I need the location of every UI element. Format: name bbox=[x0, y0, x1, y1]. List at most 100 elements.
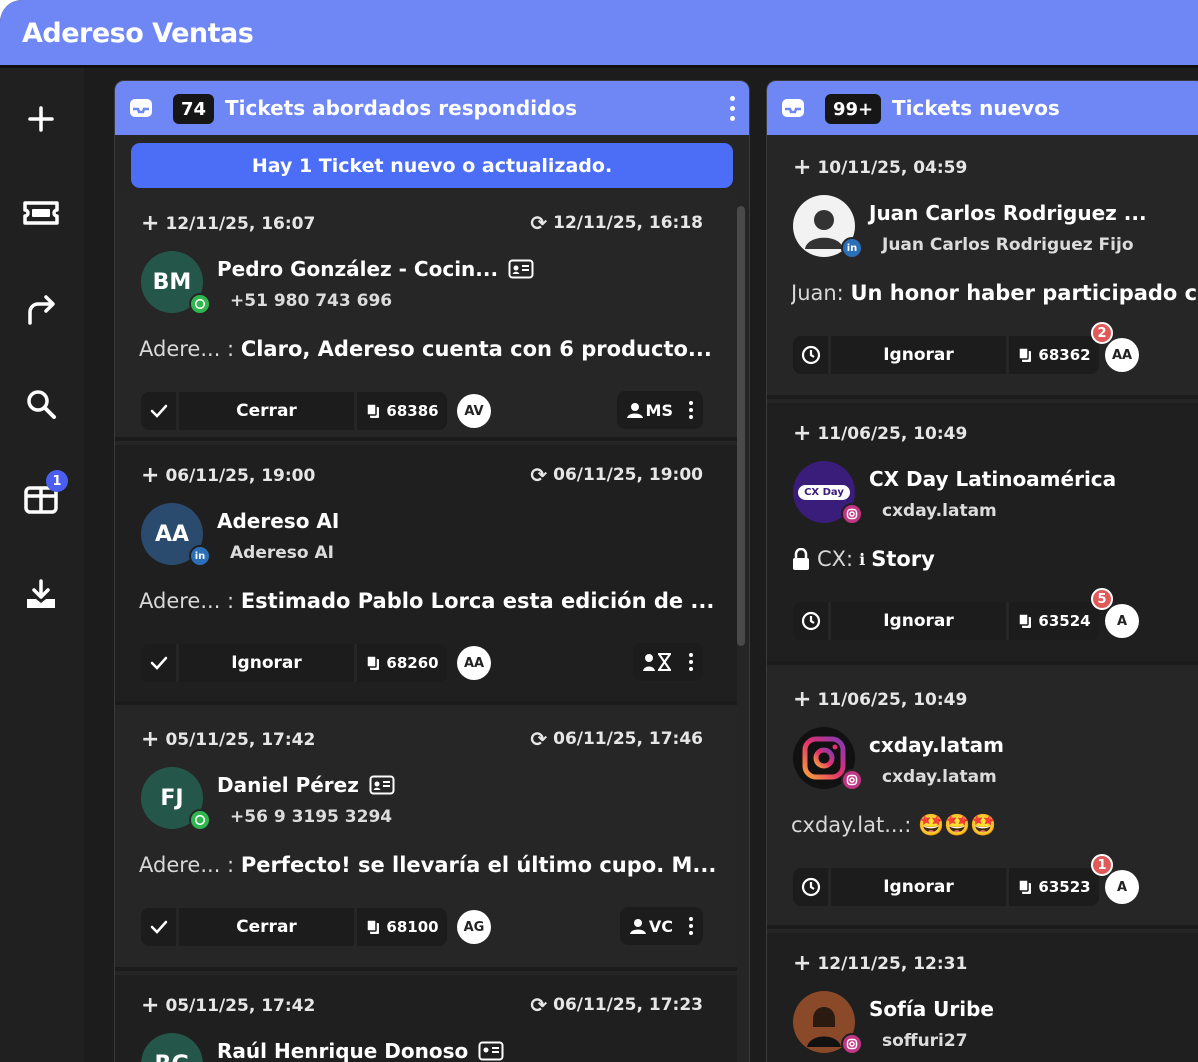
forward-button[interactable] bbox=[18, 286, 64, 332]
tickets-button[interactable] bbox=[18, 190, 64, 236]
contact-subtitle: Juan Carlos Rodriguez Fijo bbox=[882, 235, 1134, 255]
ticket-id-button[interactable]: 68362 bbox=[1009, 336, 1099, 374]
updated-time: ⟳ 12/11/25, 16:18 bbox=[530, 211, 703, 235]
ticket-assign-actions bbox=[633, 643, 703, 681]
contact-subtitle: cxday.latam bbox=[882, 501, 997, 521]
clock-icon bbox=[801, 345, 820, 365]
contact-name: CX Day Latinoamérica bbox=[869, 467, 1117, 491]
linkedin-icon: in bbox=[189, 545, 211, 567]
column-count: 99+ bbox=[825, 94, 882, 124]
last-message: Juan: Un honor haber participado c bbox=[791, 281, 1198, 305]
check-icon bbox=[150, 404, 167, 418]
ticket-actions: Cerrar 68386 AV bbox=[141, 391, 497, 431]
contact-name: Pedro González - Cocin... bbox=[217, 257, 534, 281]
ticket-card[interactable]: +06/11/25, 19:00 ⟳ 06/11/25, 19:00 AA in … bbox=[115, 445, 737, 705]
contact-card-icon bbox=[369, 775, 395, 795]
created-time: +05/11/25, 17:42 bbox=[141, 993, 316, 1018]
updated-time: ⟳ 06/11/25, 17:46 bbox=[530, 727, 703, 751]
sidebar: 1 bbox=[0, 68, 84, 1062]
copy-icon bbox=[366, 919, 380, 934]
search-icon bbox=[27, 390, 56, 419]
whatsapp-icon bbox=[189, 293, 211, 315]
created-time: +06/11/25, 19:00 bbox=[141, 463, 316, 488]
contact-card-icon bbox=[478, 1041, 504, 1061]
owner-avatar[interactable]: AA bbox=[457, 646, 491, 680]
copy-icon bbox=[1018, 613, 1032, 628]
ticket-menu-button[interactable] bbox=[685, 917, 697, 935]
board-badge: 1 bbox=[46, 470, 68, 492]
ticket-id-button[interactable]: 68260 bbox=[357, 644, 447, 682]
contact-phone: +51 980 743 696 bbox=[230, 291, 393, 311]
last-message: Adere... : Estimado Pablo Lorca esta edi… bbox=[139, 589, 715, 613]
check-icon bbox=[150, 920, 167, 934]
snooze-button[interactable] bbox=[793, 868, 831, 906]
linkedin-icon: in bbox=[841, 237, 863, 259]
ticket-card[interactable]: +10/11/25, 04:59 in Juan Carlos Rodrigue… bbox=[767, 137, 1198, 399]
column-count: 74 bbox=[173, 94, 215, 124]
inbox-icon bbox=[130, 99, 152, 117]
ticket-card[interactable]: +11/06/25, 10:49 cxday.latam cxday.latam… bbox=[767, 669, 1198, 929]
snooze-button[interactable] bbox=[793, 602, 831, 640]
close-ticket-button[interactable]: Cerrar bbox=[179, 908, 357, 946]
clock-icon bbox=[801, 611, 820, 631]
contact-subtitle: Adereso AI bbox=[230, 543, 334, 563]
search-button[interactable] bbox=[18, 381, 64, 427]
user-icon bbox=[626, 403, 643, 418]
user-hourglass-icon bbox=[643, 653, 671, 671]
ticket-card[interactable]: +12/11/25, 12:31 Sofía Uribe soffuri27 bbox=[767, 933, 1198, 1062]
ticket-id-button[interactable]: 63524 bbox=[1009, 602, 1099, 640]
created-time: +12/11/25, 16:07 bbox=[141, 211, 316, 236]
board-button[interactable]: 1 bbox=[18, 470, 68, 522]
contact-subtitle: soffuri27 bbox=[882, 1031, 968, 1051]
ticket-icon bbox=[23, 201, 59, 225]
ticket-id-button[interactable]: 63523 bbox=[1009, 868, 1099, 906]
download-button[interactable] bbox=[18, 572, 64, 618]
ticket-actions: Ignorar 68362 AA 2 bbox=[793, 322, 1145, 375]
ignore-button[interactable]: Ignorar bbox=[831, 336, 1009, 374]
ticket-menu-button[interactable] bbox=[685, 401, 697, 419]
assignee-button[interactable]: VC bbox=[626, 917, 677, 936]
owner-avatar[interactable]: A bbox=[1105, 604, 1139, 638]
ticket-card[interactable]: +12/11/25, 16:07 ⟳ 12/11/25, 16:18 BM Ped… bbox=[115, 193, 737, 441]
owner-avatar[interactable]: AV bbox=[457, 394, 491, 428]
column-title: Tickets abordados respondidos bbox=[225, 96, 578, 120]
column-menu-button[interactable] bbox=[727, 93, 737, 123]
check-button[interactable] bbox=[141, 908, 179, 946]
close-ticket-button[interactable]: Cerrar bbox=[179, 392, 357, 430]
ticket-card[interactable]: +05/11/25, 17:42 ⟳06/11/25, 17:23 RG Raú… bbox=[115, 975, 737, 1062]
contact-phone: +56 9 3195 3294 bbox=[230, 807, 393, 827]
owner-avatar[interactable]: AA bbox=[1105, 338, 1139, 372]
ticket-actions: Ignorar 63523 A1 bbox=[793, 854, 1145, 907]
user-icon bbox=[629, 919, 646, 934]
check-button[interactable] bbox=[141, 392, 179, 430]
column-tickets-nuevos: 99+ Tickets nuevos +10/11/25, 04:59 in J… bbox=[766, 80, 1198, 1062]
check-button[interactable] bbox=[141, 644, 179, 682]
assignee-button[interactable] bbox=[639, 653, 677, 671]
created-time: +11/06/25, 10:49 bbox=[793, 421, 968, 446]
owner-avatar[interactable]: A bbox=[1105, 870, 1139, 904]
notification-badge: 5 bbox=[1091, 588, 1113, 610]
new-ticket-banner[interactable]: Hay 1 Ticket nuevo o actualizado. bbox=[131, 143, 733, 188]
ticket-card[interactable]: +05/11/25, 17:42 ⟳ 06/11/25, 17:46 FJ Dan… bbox=[115, 709, 737, 971]
ignore-button[interactable]: Ignorar bbox=[831, 602, 1009, 640]
scrollbar[interactable] bbox=[737, 206, 745, 646]
download-icon bbox=[27, 579, 55, 608]
ticket-card[interactable]: +11/06/25, 10:49 CX Day CX Day Latinoamé… bbox=[767, 403, 1198, 665]
ignore-button[interactable]: Ignorar bbox=[179, 644, 357, 682]
ticket-menu-button[interactable] bbox=[685, 653, 697, 671]
ticket-id-button[interactable]: 68386 bbox=[357, 392, 447, 430]
created-time: +05/11/25, 17:42 bbox=[141, 727, 316, 752]
new-ticket-button[interactable] bbox=[18, 96, 64, 142]
app-window: Adereso Ventas 1 74 Tickets abordados re… bbox=[0, 0, 1198, 1062]
owner-avatar[interactable]: AG bbox=[457, 910, 491, 944]
contact-card-icon bbox=[508, 259, 534, 279]
created-time: +10/11/25, 04:59 bbox=[793, 155, 968, 180]
ticket-assign-actions: MS bbox=[616, 391, 703, 429]
notification-badge: 2 bbox=[1091, 322, 1113, 344]
instagram-icon bbox=[841, 503, 863, 525]
snooze-button[interactable] bbox=[793, 336, 831, 374]
cxday-logo: CX Day bbox=[798, 484, 850, 500]
assignee-button[interactable]: MS bbox=[623, 401, 677, 420]
ticket-id-button[interactable]: 68100 bbox=[357, 908, 447, 946]
ignore-button[interactable]: Ignorar bbox=[831, 868, 1009, 906]
